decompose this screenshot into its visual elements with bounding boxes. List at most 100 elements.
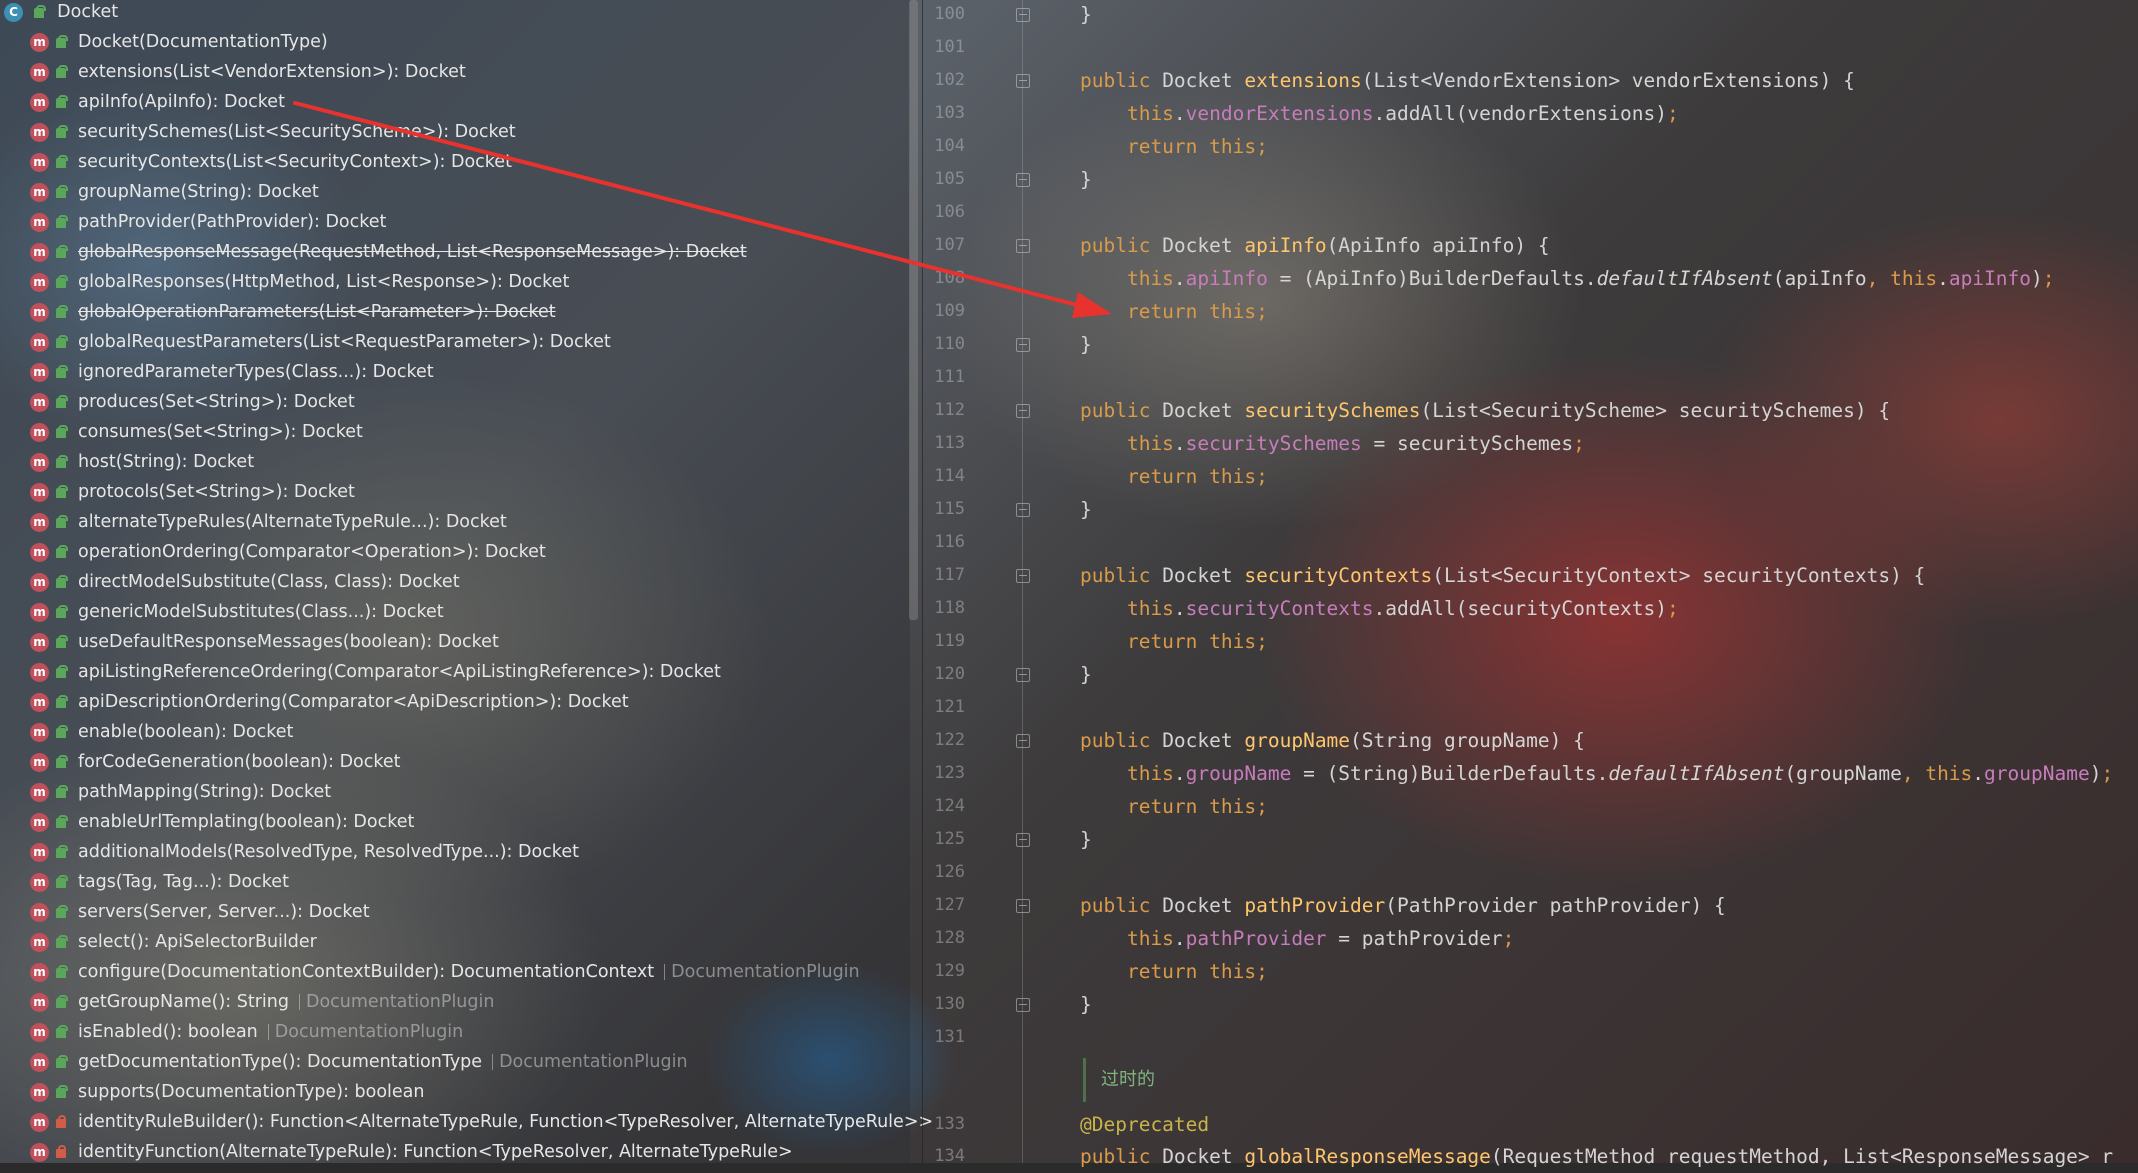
structure-member-row[interactable]: m useDefaultResponseMessages(boolean): Do… <box>30 627 499 657</box>
code-token: public <box>1080 564 1163 587</box>
structure-member-row[interactable]: m apiListingReferenceOrdering(Comparator<… <box>30 657 721 687</box>
code-editor[interactable]: 100} 101 102 public Docket extensions(List<… <box>923 0 2138 1168</box>
member-label: supports(DocumentationType): boolean <box>78 1082 425 1102</box>
fold-toggle-icon[interactable] <box>1016 569 1030 583</box>
member-label: apiListingReferenceOrdering(Comparator<A… <box>78 662 721 682</box>
code-line: return this; <box>1080 790 1268 823</box>
code-token: = (String)BuilderDefaults. <box>1291 762 1609 785</box>
structure-member-row[interactable]: m getDocumentationType(): DocumentationTy… <box>30 1047 688 1077</box>
code-token: return this; <box>1080 465 1268 488</box>
code-token: pathProvider <box>1244 894 1386 917</box>
inherit-separator <box>664 964 666 980</box>
public-lock-icon <box>56 245 68 258</box>
structure-member-row[interactable]: m host(String): Docket <box>30 447 254 477</box>
member-label: alternateTypeRules(AlternateTypeRule...)… <box>78 512 507 532</box>
structure-member-row[interactable]: m pathMapping(String): Docket <box>30 777 331 807</box>
structure-member-row[interactable]: m enable(boolean): Docket <box>30 717 293 747</box>
code-token: ; <box>1667 597 1679 620</box>
code-token: (ApiInfo apiInfo) { <box>1326 234 1550 257</box>
structure-member-row[interactable]: m globalResponseMessage(RequestMethod, Li… <box>30 237 747 267</box>
structure-member-row[interactable]: m produces(Set<String>): Docket <box>30 387 355 417</box>
fold-toggle-icon[interactable] <box>1016 239 1030 253</box>
structure-member-row[interactable]: m globalOperationParameters(List<Paramete… <box>30 297 556 327</box>
code-line: return this; <box>1080 130 1268 163</box>
structure-member-row[interactable]: m getGroupName(): String DocumentationPlug… <box>30 987 494 1017</box>
code-line: this.groupName = (String)BuilderDefaults… <box>1080 757 2113 790</box>
public-lock-icon <box>56 1025 68 1038</box>
code-line: } <box>1080 493 1092 526</box>
public-lock-icon <box>56 65 68 78</box>
member-label: additionalModels(ResolvedType, ResolvedT… <box>78 842 579 862</box>
method-icon: m <box>30 92 49 112</box>
method-icon: m <box>30 122 49 142</box>
fold-toggle-icon[interactable] <box>1016 899 1030 913</box>
class-icon: C <box>4 2 23 22</box>
member-label: operationOrdering(Comparator<Operation>)… <box>78 542 546 562</box>
structure-member-row[interactable]: m securitySchemes(List<SecurityScheme>): … <box>30 117 516 147</box>
structure-member-row[interactable]: m directModelSubstitute(Class, Class): Do… <box>30 567 460 597</box>
doc-comment-bar <box>1083 1058 1086 1102</box>
method-icon: m <box>30 1052 49 1072</box>
structure-member-row[interactable]: m groupName(String): Docket <box>30 177 319 207</box>
structure-member-row[interactable]: m securityContexts(List<SecurityContext>)… <box>30 147 512 177</box>
structure-member-row[interactable]: m forCodeGeneration(boolean): Docket <box>30 747 401 777</box>
code-token: securitySchemes <box>1185 432 1362 455</box>
structure-member-row[interactable]: m isEnabled(): boolean DocumentationPlugin <box>30 1017 463 1047</box>
line-number: 127 <box>934 895 965 915</box>
structure-root-docket[interactable]: C Docket <box>4 0 118 27</box>
fold-toggle-icon[interactable] <box>1016 404 1030 418</box>
structure-member-row[interactable]: m identityRuleBuilder(): Function<Alterna… <box>30 1107 933 1137</box>
fold-toggle-icon[interactable] <box>1016 503 1030 517</box>
structure-member-row[interactable]: m additionalModels(ResolvedType, Resolved… <box>30 837 579 867</box>
member-label: getGroupName(): String <box>78 992 289 1012</box>
code-token: defaultIfAbsent <box>1608 762 1785 785</box>
structure-member-row[interactable]: m alternateTypeRules(AlternateTypeRule...… <box>30 507 507 537</box>
fold-toggle-icon[interactable] <box>1016 74 1030 88</box>
code-token: } <box>1080 498 1092 521</box>
structure-member-row[interactable]: m select(): ApiSelectorBuilder <box>30 927 317 957</box>
structure-member-row[interactable]: m ignoredParameterTypes(Class...): Docket <box>30 357 434 387</box>
code-token: securityContexts <box>1185 597 1374 620</box>
structure-member-row[interactable]: m extensions(List<VendorExtension>): Dock… <box>30 57 466 87</box>
line-number: 112 <box>934 400 965 420</box>
structure-member-row[interactable]: m pathProvider(PathProvider): Docket <box>30 207 386 237</box>
structure-member-row[interactable]: m enableUrlTemplating(boolean): Docket <box>30 807 414 837</box>
structure-member-row[interactable]: m globalResponses(HttpMethod, List<Respon… <box>30 267 569 297</box>
fold-toggle-icon[interactable] <box>1016 833 1030 847</box>
structure-scrollbar[interactable] <box>909 0 918 620</box>
fold-toggle-icon[interactable] <box>1016 998 1030 1012</box>
fold-toggle-icon[interactable] <box>1016 338 1030 352</box>
structure-member-row[interactable]: m configure(DocumentationContextBuilder):… <box>30 957 860 987</box>
structure-member-row[interactable]: m genericModelSubstitutes(Class...): Dock… <box>30 597 444 627</box>
public-lock-icon <box>56 785 68 798</box>
code-token: = (ApiInfo)BuilderDefaults. <box>1267 267 1597 290</box>
public-lock-icon <box>56 545 68 558</box>
structure-member-row[interactable]: m globalRequestParameters(List<RequestPar… <box>30 327 611 357</box>
fold-toggle-icon[interactable] <box>1016 173 1030 187</box>
line-number: 131 <box>934 1027 965 1047</box>
structure-member-row[interactable]: m apiDescriptionOrdering(Comparator<ApiDe… <box>30 687 629 717</box>
code-line: return this; <box>1080 955 1268 988</box>
code-token: (List<VendorExtension> vendorExtensions)… <box>1361 69 1855 92</box>
code-token: Docket <box>1162 564 1245 587</box>
fold-toggle-icon[interactable] <box>1016 668 1030 682</box>
structure-member-row[interactable]: m supports(DocumentationType): boolean <box>30 1077 425 1107</box>
line-number: 118 <box>934 598 965 618</box>
structure-member-row[interactable]: m operationOrdering(Comparator<Operation>… <box>30 537 546 567</box>
structure-member-row[interactable]: m consumes(Set<String>): Docket <box>30 417 363 447</box>
private-lock-icon <box>56 1145 66 1158</box>
public-lock-icon <box>56 335 68 348</box>
line-number: 128 <box>934 928 965 948</box>
public-lock-icon <box>56 755 68 768</box>
method-icon: m <box>30 1112 49 1132</box>
line-number: 124 <box>934 796 965 816</box>
fold-toggle-icon[interactable] <box>1016 8 1030 22</box>
structure-member-row[interactable]: m tags(Tag, Tag...): Docket <box>30 867 289 897</box>
structure-member-row[interactable]: m servers(Server, Server...): Docket <box>30 897 370 927</box>
code-token: public <box>1080 1145 1163 1168</box>
structure-member-row[interactable]: m apiInfo(ApiInfo): Docket <box>30 87 285 117</box>
structure-member-row[interactable]: m Docket(DocumentationType) <box>30 27 328 57</box>
code-line: this.apiInfo = (ApiInfo)BuilderDefaults.… <box>1080 262 2055 295</box>
fold-toggle-icon[interactable] <box>1016 734 1030 748</box>
structure-member-row[interactable]: m protocols(Set<String>): Docket <box>30 477 355 507</box>
